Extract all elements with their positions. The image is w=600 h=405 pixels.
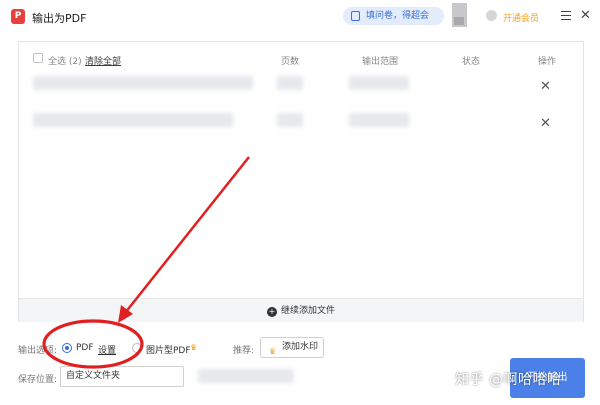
remove-file-icon[interactable]: ✕ bbox=[540, 116, 551, 131]
output-options-label: 输出选项: bbox=[18, 346, 58, 356]
save-location-select[interactable]: 自定义文件夹 bbox=[60, 366, 184, 387]
remove-file-icon[interactable]: ✕ bbox=[540, 79, 551, 94]
select-all-checkbox[interactable] bbox=[33, 53, 43, 63]
pdf-radio[interactable] bbox=[62, 343, 72, 353]
survey-label: 填问卷，得超会 bbox=[366, 11, 430, 21]
window-title: 输出为PDF bbox=[32, 12, 87, 25]
recommend-label: 推荐: bbox=[233, 346, 255, 356]
page-count-redacted bbox=[277, 76, 303, 90]
column-status: 状态 bbox=[462, 57, 481, 67]
crown-icon: ♛ bbox=[269, 347, 277, 356]
add-watermark-label: 添加水印 bbox=[282, 342, 319, 352]
range-redacted bbox=[349, 113, 409, 127]
add-more-label: 继续添加文件 bbox=[280, 306, 335, 316]
image-pdf-option-label[interactable]: 图片型PDF bbox=[146, 343, 191, 356]
file-list-panel: 全选 (2) 清除全部 页数 输出范围 状态 操作 ✕ ✕ + 继续添加文件 bbox=[18, 41, 584, 322]
title-bar: P 输出为PDF 填问卷，得超会 开通会员 ✕ bbox=[0, 0, 600, 34]
file-name-redacted bbox=[33, 76, 253, 90]
image-pdf-radio[interactable] bbox=[132, 343, 142, 353]
column-range: 输出范围 bbox=[362, 57, 399, 67]
save-location-label: 保存位置: bbox=[18, 375, 58, 385]
page-count-redacted bbox=[277, 113, 303, 127]
table-header: 全选 (2) 清除全部 页数 输出范围 状态 操作 bbox=[19, 42, 583, 74]
member-button[interactable]: 开通会员 bbox=[503, 11, 539, 24]
pdf-app-icon: P bbox=[11, 9, 25, 24]
column-action: 操作 bbox=[538, 57, 557, 67]
add-more-files-button[interactable]: + 继续添加文件 bbox=[19, 298, 583, 322]
save-path-redacted bbox=[198, 369, 294, 383]
menu-icon[interactable] bbox=[561, 11, 571, 21]
file-name-redacted bbox=[33, 113, 233, 127]
close-window-icon[interactable]: ✕ bbox=[580, 8, 591, 23]
table-row[interactable]: ✕ bbox=[19, 109, 583, 149]
pdf-settings-link[interactable]: 设置 bbox=[98, 343, 116, 356]
survey-icon bbox=[351, 11, 360, 21]
survey-button[interactable]: 填问卷，得超会 bbox=[343, 7, 444, 25]
add-watermark-button[interactable]: ♛ 添加水印 bbox=[260, 337, 324, 358]
table-row[interactable]: ✕ bbox=[19, 72, 583, 112]
plus-circle-icon: + bbox=[266, 307, 277, 317]
member-coin-icon[interactable] bbox=[486, 10, 497, 21]
avatar[interactable] bbox=[452, 3, 467, 27]
column-pages: 页数 bbox=[281, 57, 300, 67]
clear-all-link[interactable]: 清除全部 bbox=[85, 54, 121, 67]
select-all-label[interactable]: 全选 (2) bbox=[48, 54, 82, 67]
zhihu-watermark: 知乎 @啊哈哈哈 bbox=[455, 372, 562, 388]
pdf-option-label[interactable]: PDF bbox=[76, 343, 94, 353]
crown-icon: ♛ bbox=[190, 343, 198, 352]
range-redacted bbox=[349, 76, 409, 90]
